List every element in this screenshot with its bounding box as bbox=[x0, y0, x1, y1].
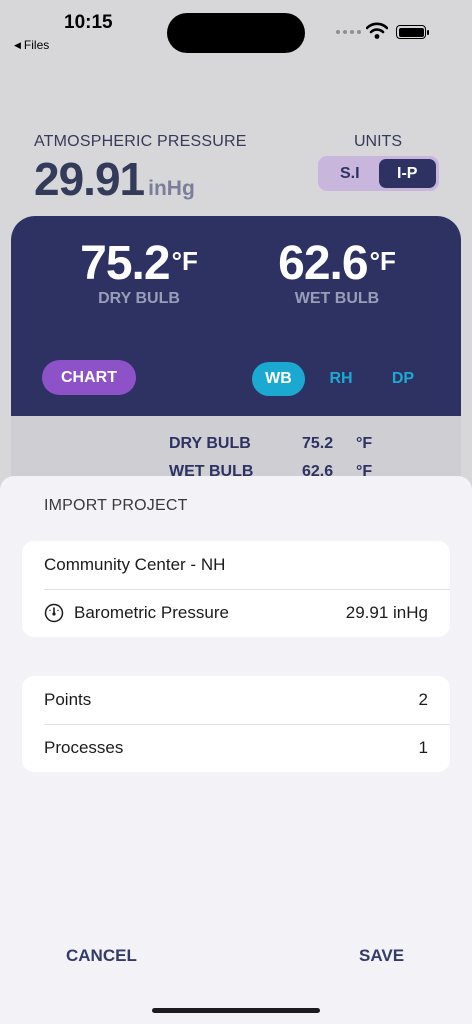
processes-row[interactable]: Processes 1 bbox=[22, 724, 450, 772]
atm-pressure-number: 29.91 bbox=[34, 153, 145, 205]
dry-bulb-label: DRY BULB bbox=[98, 290, 180, 307]
processes-label: Processes bbox=[44, 738, 124, 757]
battery-icon bbox=[396, 25, 429, 39]
chart-button[interactable]: CHART bbox=[42, 360, 136, 395]
units-si-segment[interactable]: S.I bbox=[321, 159, 379, 188]
back-files-label: Files bbox=[23, 38, 50, 52]
barometric-pressure-row[interactable]: Barometric Pressure 29.91 inHg bbox=[22, 589, 450, 637]
wet-bulb-unit: °F bbox=[369, 246, 396, 276]
processes-value: 1 bbox=[418, 738, 428, 757]
back-triangle-icon: ◀ bbox=[14, 39, 21, 50]
wifi-icon bbox=[366, 22, 388, 39]
wet-bulb-reading[interactable]: 62.6 °F WET BULB bbox=[267, 240, 407, 308]
mode-dp-button[interactable]: DP bbox=[381, 362, 425, 396]
sheet-title: IMPORT PROJECT bbox=[44, 497, 188, 514]
status-bar: 10:15 ◀ Files bbox=[0, 0, 472, 60]
project-name-row[interactable]: Community Center - NH bbox=[22, 541, 450, 589]
mode-rh-button[interactable]: RH bbox=[319, 362, 363, 396]
wet-bulb-value: 62.6 bbox=[278, 237, 368, 290]
points-label: Points bbox=[44, 690, 92, 709]
mode-wb-button[interactable]: WB bbox=[252, 362, 305, 396]
atmospheric-pressure-value[interactable]: 29.91 inHg bbox=[34, 152, 195, 206]
status-time: 10:15 bbox=[64, 12, 113, 33]
table-unit: °F bbox=[356, 435, 373, 452]
readings-panel: 75.2 °F DRY BULB 62.6 °F WET BULB CHART … bbox=[11, 216, 461, 416]
barometric-pressure-label: Barometric Pressure bbox=[74, 603, 229, 622]
units-ip-segment[interactable]: I-P bbox=[378, 159, 436, 188]
barometric-pressure-value: 29.91 inHg bbox=[345, 603, 428, 622]
save-button[interactable]: SAVE bbox=[359, 946, 404, 966]
table-key: DRY BULB bbox=[169, 435, 251, 452]
units-segmented-control: S.I I-P bbox=[318, 156, 439, 191]
dynamic-island bbox=[167, 13, 305, 53]
units-label: UNITS bbox=[354, 133, 402, 150]
points-value: 2 bbox=[418, 690, 428, 709]
dry-bulb-reading[interactable]: 75.2 °F DRY BULB bbox=[69, 240, 209, 308]
project-info-card: Community Center - NH Barometric Pressur… bbox=[22, 541, 450, 637]
project-counts-card: Points 2 Processes 1 bbox=[22, 676, 450, 772]
project-name: Community Center - NH bbox=[44, 555, 226, 574]
home-indicator[interactable] bbox=[152, 1008, 320, 1013]
cellular-signal-icon bbox=[336, 30, 361, 34]
gauge-icon bbox=[44, 603, 64, 623]
wet-bulb-label: WET BULB bbox=[294, 290, 380, 307]
dry-bulb-unit: °F bbox=[171, 246, 198, 276]
dry-bulb-value: 75.2 bbox=[80, 237, 170, 290]
import-project-sheet: IMPORT PROJECT Community Center - NH Bar… bbox=[0, 476, 472, 1024]
atmospheric-pressure-label: ATMOSPHERIC PRESSURE bbox=[34, 133, 247, 150]
table-row: DRY BULB 75.2 °F bbox=[11, 433, 461, 455]
cancel-button[interactable]: CANCEL bbox=[66, 946, 137, 966]
atm-pressure-unit: inHg bbox=[148, 177, 195, 200]
points-row[interactable]: Points 2 bbox=[22, 676, 450, 724]
table-value: 75.2 bbox=[302, 435, 334, 452]
back-to-files-button[interactable]: ◀ Files bbox=[14, 38, 49, 52]
